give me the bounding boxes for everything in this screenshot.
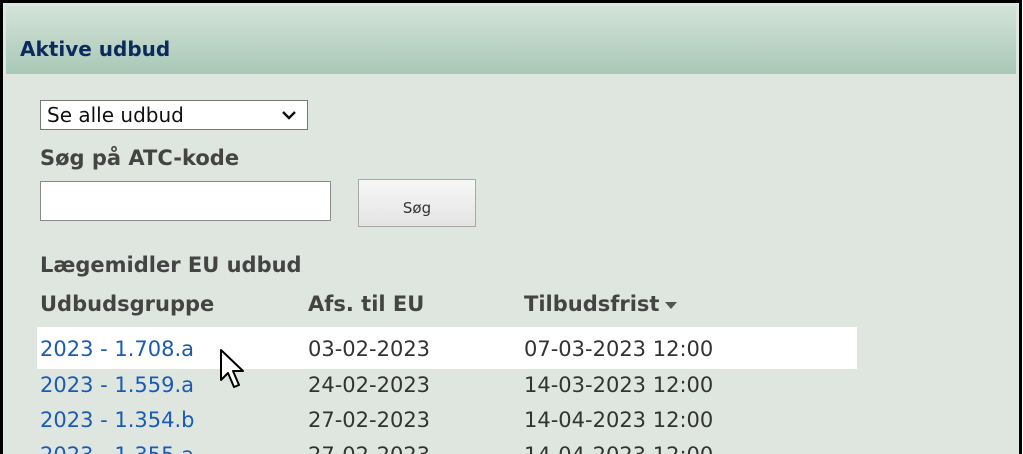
deadline: 14-03-2023 12:00 — [524, 373, 714, 397]
section-title: Lægemidler EU udbud — [40, 253, 302, 277]
table-row-clipped: 2023 - 1.355.a 27-02-2023 14-04-2023 12:… — [3, 437, 1020, 454]
tender-group-link[interactable]: 2023 - 1.708.a — [40, 337, 194, 361]
search-button[interactable]: Søg — [358, 179, 476, 227]
deadline: 07-03-2023 12:00 — [524, 337, 714, 361]
deadline: 14-04-2023 12:00 — [524, 408, 714, 432]
atc-search-input[interactable] — [40, 181, 331, 221]
column-header-deadline-label: Tilbudsfrist — [524, 292, 660, 316]
column-header-sent[interactable]: Afs. til EU — [308, 292, 424, 316]
atc-search-label: Søg på ATC-kode — [40, 146, 240, 170]
panel-title: Aktive udbud — [20, 37, 171, 61]
column-header-deadline[interactable]: Tilbudsfrist — [524, 292, 678, 316]
tender-filter-value: Se alle udbud — [47, 103, 184, 127]
sent-date: 27-02-2023 — [308, 443, 430, 454]
sent-date: 24-02-2023 — [308, 373, 431, 397]
sent-date: 27-02-2023 — [308, 408, 431, 432]
column-header-group[interactable]: Udbudsgruppe — [40, 292, 214, 316]
chevron-down-icon — [282, 111, 296, 120]
panel-header: Aktive udbud — [6, 6, 1016, 74]
tender-group-link[interactable]: 2023 - 1.354.b — [40, 408, 195, 432]
deadline: 14-04-2023 12:00 — [524, 443, 713, 454]
sort-descending-icon — [665, 301, 678, 309]
tender-filter-select[interactable]: Se alle udbud — [40, 100, 308, 130]
mouse-pointer-icon — [220, 349, 244, 388]
tender-group-link[interactable]: 2023 - 1.559.a — [40, 373, 194, 397]
tender-group-link[interactable]: 2023 - 1.355.a — [40, 443, 194, 454]
sent-date: 03-02-2023 — [308, 337, 431, 361]
